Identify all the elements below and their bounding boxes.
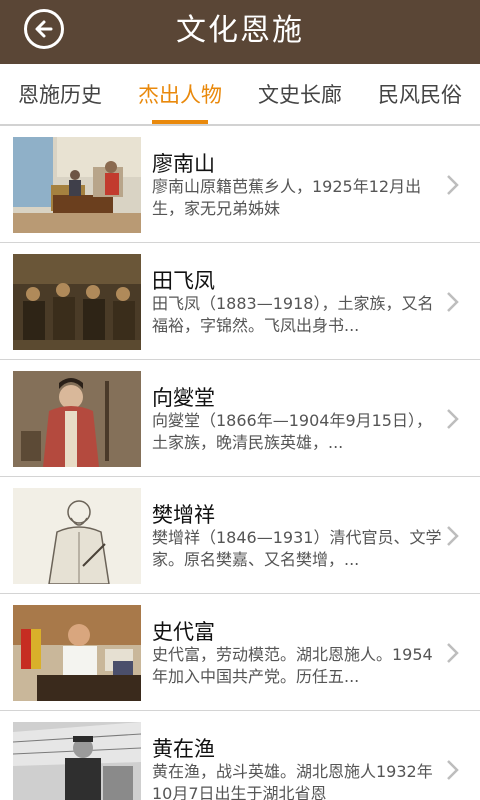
person-name: 史代富 [152, 620, 215, 644]
person-name: 廖南山 [152, 152, 215, 176]
back-button[interactable] [24, 9, 64, 49]
chevron-right-icon [447, 643, 459, 663]
person-photo [13, 605, 141, 701]
person-photo [13, 722, 141, 800]
back-arrow-icon [35, 20, 53, 38]
list-item[interactable]: 廖南山 廖南山原籍芭蕉乡人，1925年12月出生，家无兄弟姊妹 [0, 126, 480, 243]
person-summary: 向夑堂（1866年—1904年9月15日），土家族，晚清民族英雄，... [152, 411, 432, 452]
person-summary: 樊增祥（1846—1931）清代官员、文学家。原名樊嘉、又名樊增，... [152, 528, 442, 569]
person-summary: 史代富，劳动模范。湖北恩施人。1954年加入中国共产党。历任五... [152, 645, 433, 686]
chevron-right-icon [447, 409, 459, 429]
list-item[interactable]: 黄在渔 黄在渔，战斗英雄。湖北恩施人1932年10月7日出生于湖北省恩 [0, 711, 480, 800]
person-photo [13, 137, 141, 233]
person-name: 向夑堂 [152, 386, 215, 410]
person-summary: 田飞凤（1883—1918），土家族，又名福裕，字锦然。飞凤出身书... [152, 294, 434, 335]
tab-outstanding-people[interactable]: 杰出人物 [138, 64, 222, 124]
chevron-right-icon [447, 292, 459, 312]
tab-culture-gallery[interactable]: 文史长廊 [258, 64, 342, 124]
chevron-right-icon [447, 760, 459, 780]
page-title: 文化恩施 [176, 13, 304, 48]
people-list: 廖南山 廖南山原籍芭蕉乡人，1925年12月出生，家无兄弟姊妹 田飞凤 田飞凤（… [0, 126, 480, 800]
person-summary: 黄在渔，战斗英雄。湖北恩施人1932年10月7日出生于湖北省恩 [152, 762, 433, 800]
person-name: 黄在渔 [152, 737, 215, 761]
list-item[interactable]: 向夑堂 向夑堂（1866年—1904年9月15日），土家族，晚清民族英雄，... [0, 360, 480, 477]
list-item[interactable]: 史代富 史代富，劳动模范。湖北恩施人。1954年加入中国共产党。历任五... [0, 594, 480, 711]
person-summary: 廖南山原籍芭蕉乡人，1925年12月出生，家无兄弟姊妹 [152, 177, 422, 218]
chevron-right-icon [447, 526, 459, 546]
person-name: 田飞凤 [152, 269, 215, 293]
list-item[interactable]: 樊增祥 樊增祥（1846—1931）清代官员、文学家。原名樊嘉、又名樊增，... [0, 477, 480, 594]
tab-folk-customs[interactable]: 民风民俗 [378, 64, 462, 124]
active-tab-indicator [152, 120, 208, 124]
person-photo [13, 254, 141, 350]
person-photo [13, 488, 141, 584]
tab-enshi-history[interactable]: 恩施历史 [18, 64, 102, 124]
chevron-right-icon [447, 175, 459, 195]
list-item[interactable]: 田飞凤 田飞凤（1883—1918），土家族，又名福裕，字锦然。飞凤出身书... [0, 243, 480, 360]
app-header: 文化恩施 [0, 0, 480, 64]
person-name: 樊增祥 [152, 503, 215, 527]
person-photo [13, 371, 141, 467]
category-tabs: 恩施历史 杰出人物 文史长廊 民风民俗 [0, 64, 480, 126]
